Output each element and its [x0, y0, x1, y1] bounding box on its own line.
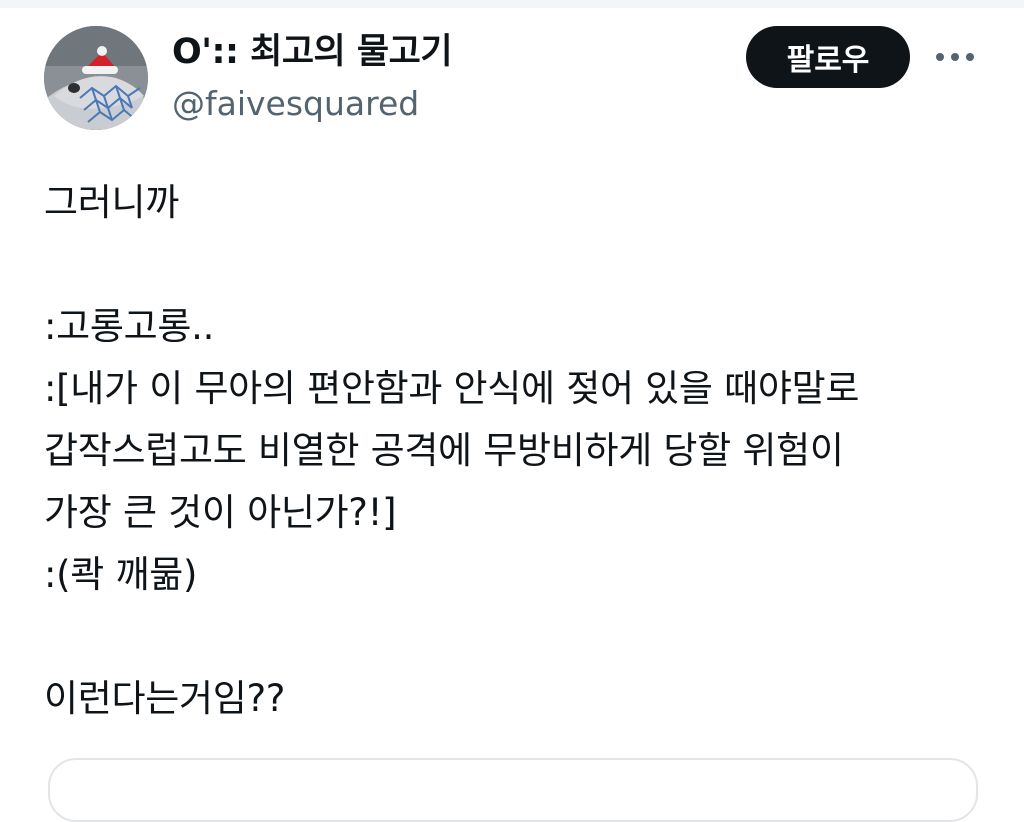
fish-avatar-icon [44, 26, 148, 130]
more-horizontal-icon-dot [951, 53, 959, 61]
tweet-header: O':: 최고의 물고기 @faivesquared 팔로우 [0, 0, 1024, 150]
more-options-button[interactable] [930, 40, 980, 74]
quoted-tweet-card[interactable] [48, 758, 978, 822]
tweet-line: 갑작스럽고도 비열한 공격에 무방비하게 당할 위험이 [44, 429, 844, 472]
user-handle[interactable]: @faivesquared [172, 84, 419, 124]
tweet-line: :(콱 깨묾) [44, 553, 198, 596]
follow-button[interactable]: 팔로우 [746, 26, 910, 88]
more-horizontal-icon-dot [966, 53, 974, 61]
display-name[interactable]: O':: 최고의 물고기 [172, 30, 453, 74]
tweet-line: 그러니까 [44, 181, 179, 224]
tweet-line: 이런다는거임?? [44, 677, 286, 720]
tweet-line: :고롱고롱.. [44, 305, 215, 348]
tweet-line: 가장 큰 것이 아닌가?!] [44, 491, 397, 534]
tweet-text: 그러니까 :고롱고롱.. :[내가 이 무아의 편안함과 안식에 젖어 있을 때… [44, 172, 994, 730]
avatar[interactable] [44, 26, 148, 130]
tweet-line: :[내가 이 무아의 편안함과 안식에 젖어 있을 때야말로 [44, 367, 860, 410]
more-horizontal-icon [936, 53, 944, 61]
